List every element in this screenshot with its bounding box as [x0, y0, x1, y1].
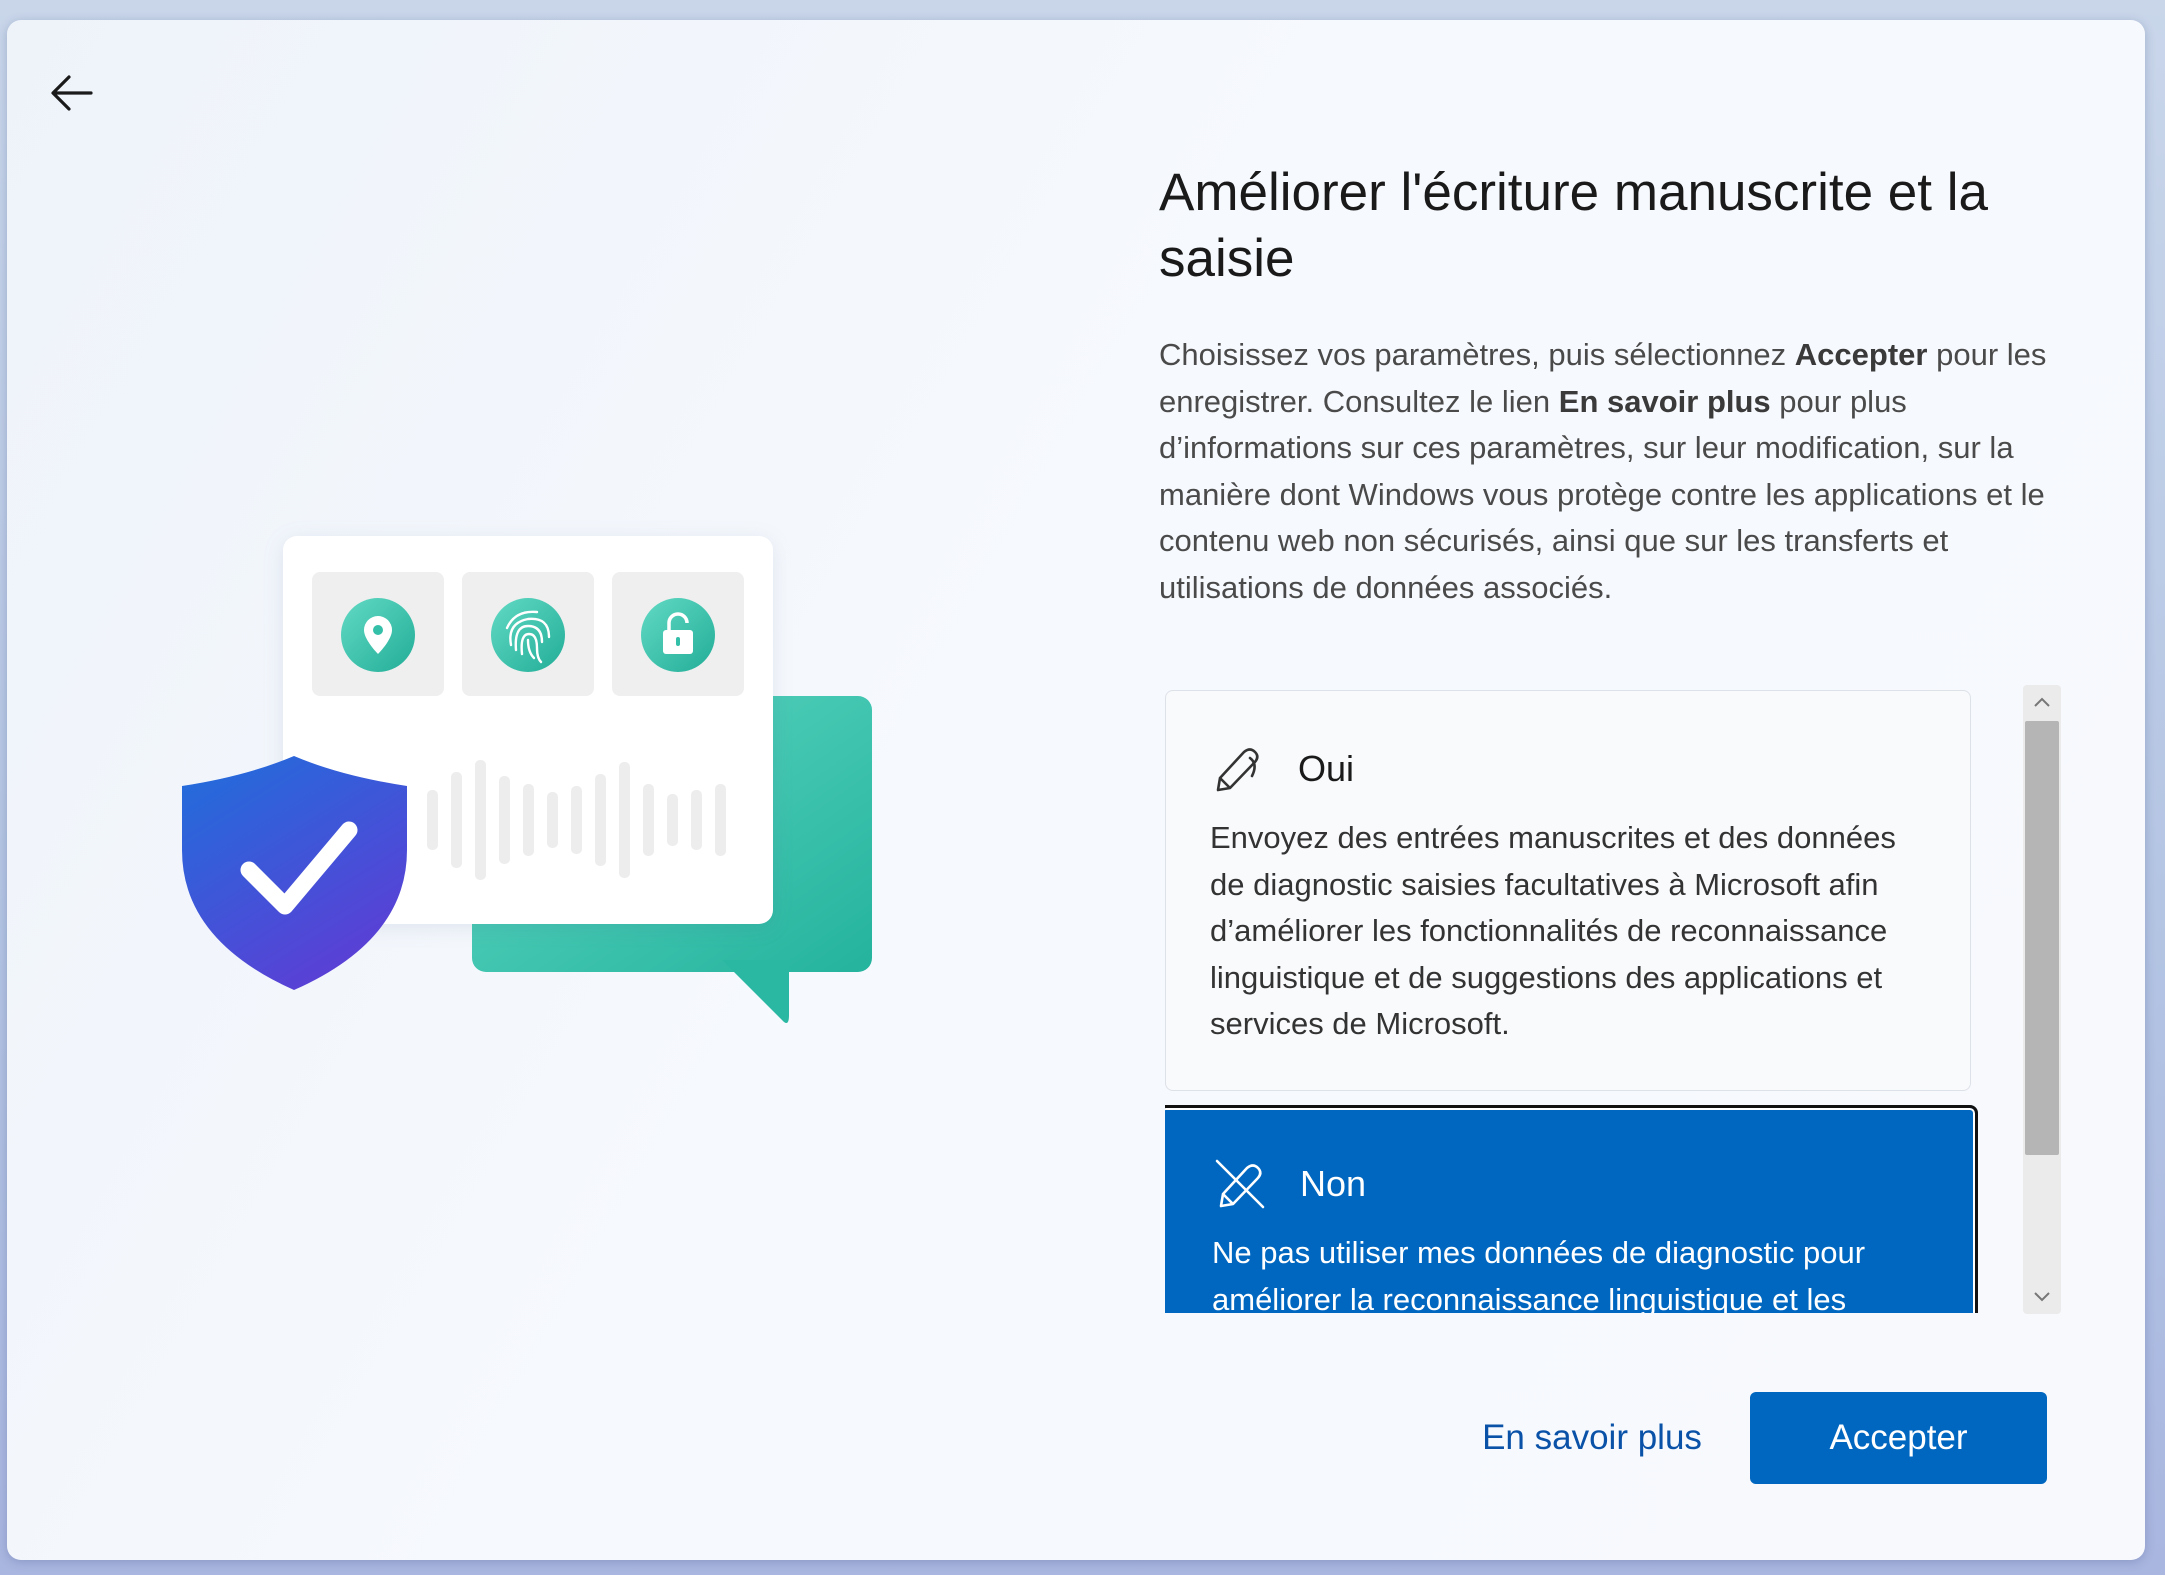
learn-more-link[interactable]: En savoir plus: [1462, 1392, 1722, 1484]
privacy-illustration: [182, 536, 872, 1024]
chevron-up-icon: [2034, 697, 2050, 707]
option-non-label: Non: [1300, 1163, 1367, 1204]
scroll-thumb[interactable]: [2025, 721, 2059, 1155]
pen-off-icon: [1212, 1155, 1270, 1213]
scroll-up-button[interactable]: [2023, 685, 2061, 719]
option-oui-description: Envoyez des entrées manuscrites et des d…: [1210, 820, 1896, 1041]
option-non[interactable]: Non Ne pas utiliser mes données de diagn…: [1165, 1105, 1978, 1313]
oobe-window: Améliorer l'écriture manuscrite et la sa…: [7, 20, 2145, 1560]
scroll-down-button[interactable]: [2023, 1280, 2061, 1314]
options-scrollbar[interactable]: [2023, 685, 2061, 1314]
options-list[interactable]: Oui Envoyez des entrées manuscrites et d…: [1165, 685, 1989, 1313]
unlock-icon: [641, 598, 715, 672]
shield-check-icon: [182, 756, 407, 990]
page-description: Choisissez vos paramètres, puis sélectio…: [1159, 337, 2047, 605]
fingerprint-icon: [491, 598, 565, 672]
option-non-description: Ne pas utiliser mes données de diagnosti…: [1212, 1235, 1866, 1313]
page-title: Améliorer l'écriture manuscrite et la sa…: [1159, 163, 1988, 288]
pen-icon: [1210, 740, 1268, 798]
option-oui[interactable]: Oui Envoyez des entrées manuscrites et d…: [1165, 690, 1971, 1091]
accept-button[interactable]: Accepter: [1750, 1392, 2047, 1484]
location-pin-icon: [341, 598, 415, 672]
option-oui-label: Oui: [1298, 748, 1355, 789]
chevron-down-icon: [2034, 1292, 2050, 1302]
